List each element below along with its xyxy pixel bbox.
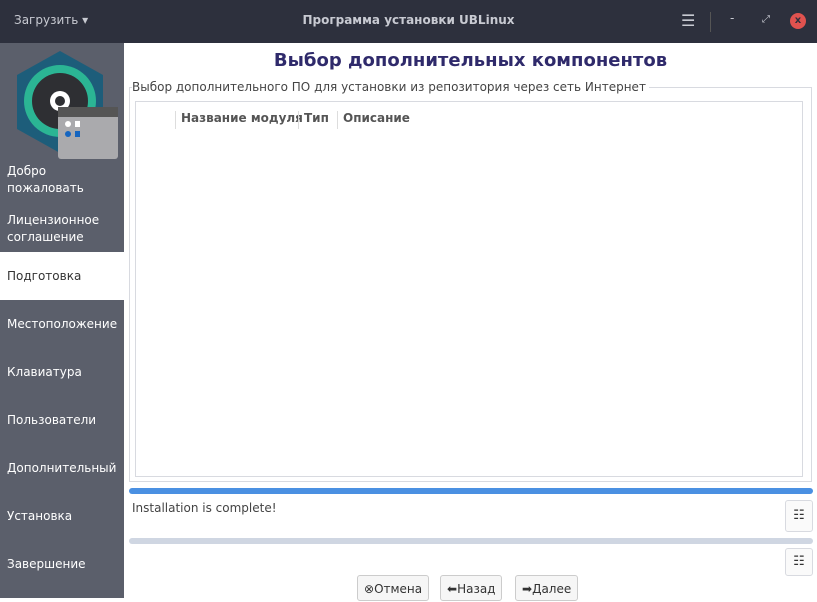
next-button[interactable]: ➡Далее (515, 575, 579, 601)
list-icon: ☷ (793, 554, 805, 569)
page-title: Выбор дополнительных компонентов (273, 50, 668, 71)
status-text: Installation is complete! (132, 501, 277, 515)
sidebar-item-keyboard[interactable]: Клавиатура (0, 348, 124, 396)
minimize-icon[interactable]: - (730, 11, 734, 25)
hamburger-menu-icon[interactable]: ☰ (681, 11, 695, 30)
sidebar-item-location[interactable]: Местоположение (0, 300, 124, 348)
column-header-type[interactable]: Тип (298, 111, 329, 129)
list-icon: ☷ (793, 508, 805, 523)
cancel-icon: ⊗ (364, 582, 375, 596)
column-header-description[interactable]: Описание (337, 111, 410, 129)
secondary-progress-bar (129, 538, 813, 544)
close-icon[interactable]: x (790, 13, 806, 29)
back-label: Назад (457, 582, 496, 596)
frame-label: Выбор дополнительного ПО для установки и… (132, 80, 649, 94)
sidebar-item-additional[interactable]: Дополнительный (0, 444, 124, 492)
cancel-button[interactable]: ⊗Отмена (357, 575, 430, 601)
sidebar-item-finish[interactable]: Завершение (0, 540, 124, 588)
install-progress-bar (129, 488, 813, 494)
arrow-right-icon: ➡ (522, 582, 533, 596)
cancel-label: Отмена (374, 582, 423, 596)
back-button[interactable]: ⬅Назад (440, 575, 503, 601)
sidebar-item-license[interactable]: Лицензионное соглашение (0, 209, 124, 249)
divider (710, 12, 711, 32)
column-header-module-name[interactable]: Название модуля (175, 111, 303, 129)
sidebar-item-install[interactable]: Установка (0, 492, 124, 540)
sidebar: Добро пожаловать Лицензионное соглашение… (0, 43, 124, 598)
title-bar: Загрузить ▾ Программа установки UBLinux … (0, 0, 817, 43)
modules-table[interactable]: Название модуля Тип Описание (135, 101, 803, 477)
maximize-icon[interactable]: ⤢ (762, 14, 770, 25)
show-details-button[interactable]: ☷ (785, 548, 813, 576)
next-label: Далее (532, 582, 572, 596)
show-log-button[interactable]: ☷ (785, 500, 813, 532)
arrow-left-icon: ⬅ (447, 582, 458, 596)
sidebar-item-users[interactable]: Пользователи (0, 396, 124, 444)
app-logo-icon (17, 51, 118, 159)
sidebar-item-welcome[interactable]: Добро пожаловать (0, 160, 124, 200)
sidebar-item-preparation[interactable]: Подготовка (0, 252, 124, 300)
